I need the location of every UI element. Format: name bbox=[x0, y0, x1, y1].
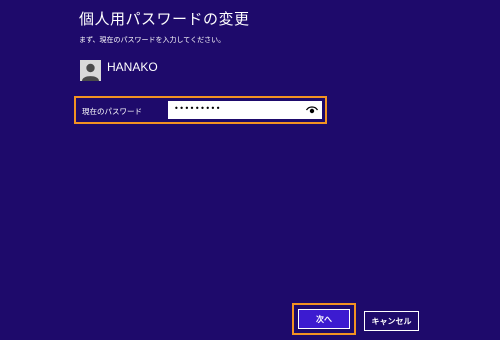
username: HANAKO bbox=[107, 60, 158, 74]
next-button[interactable]: 次へ bbox=[298, 309, 350, 329]
current-password-group: 現在のパスワード ••••••••• bbox=[74, 96, 327, 124]
current-password-input[interactable]: ••••••••• bbox=[168, 101, 322, 119]
eye-icon[interactable] bbox=[306, 105, 318, 115]
instruction-text: まず、現在のパスワードを入力してください。 bbox=[79, 36, 226, 44]
user-row: HANAKO bbox=[80, 58, 158, 82]
next-button-focus-ring: 次へ bbox=[292, 303, 356, 335]
password-masked-value: ••••••••• bbox=[174, 104, 221, 113]
user-avatar-icon bbox=[80, 59, 101, 81]
dialog-title: 個人用パスワードの変更 bbox=[79, 10, 250, 28]
cancel-button[interactable]: キャンセル bbox=[364, 311, 419, 331]
current-password-label: 現在のパスワード bbox=[82, 107, 142, 116]
